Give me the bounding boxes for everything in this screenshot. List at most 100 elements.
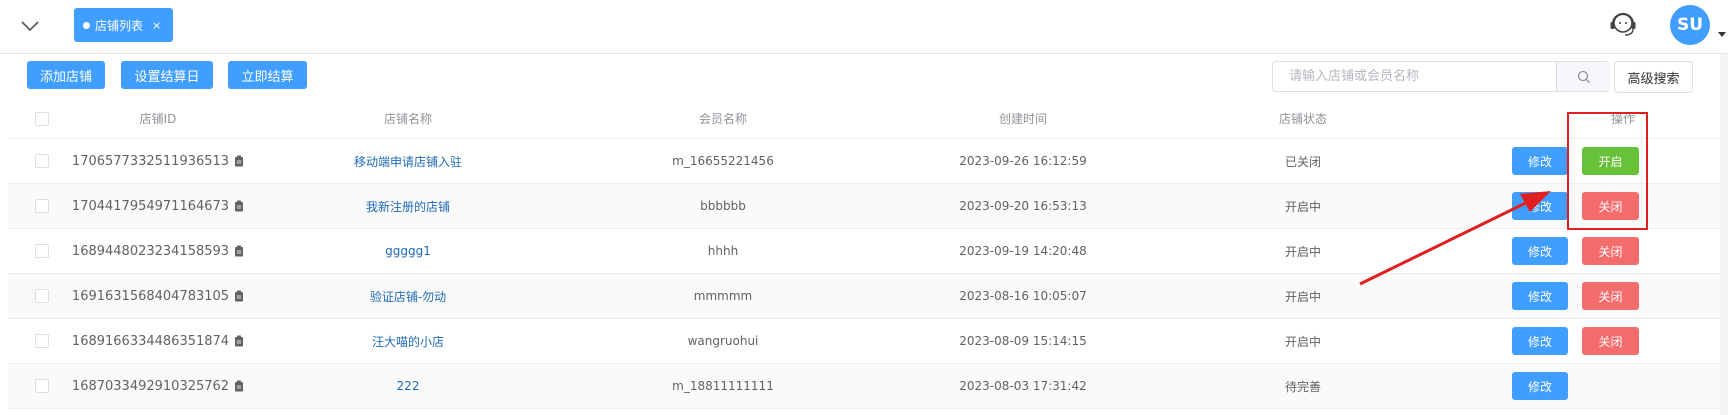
tab-shop-list[interactable]: 店铺列表 × <box>74 8 173 42</box>
column-header: 创建时间 <box>998 112 1047 126</box>
search-input[interactable] <box>1273 62 1556 91</box>
search-box <box>1272 61 1610 92</box>
tab-dot <box>83 21 90 29</box>
shop-status: 开启中 <box>1284 289 1321 304</box>
shop-id: 1704417954971164673 <box>71 198 230 214</box>
search-button[interactable] <box>1556 62 1610 91</box>
close-shop-button[interactable]: 关闭 <box>1582 327 1639 355</box>
select-all-cell <box>26 99 58 138</box>
row-checkbox[interactable] <box>35 334 49 348</box>
customer-service-icon[interactable] <box>1606 7 1640 41</box>
row-select-cell <box>26 364 58 408</box>
tab-close-icon[interactable]: × <box>152 19 161 32</box>
table-row: 1689448023234158593 ggggg1 hhhh 2023-09-… <box>8 229 1720 274</box>
shop-status: 已关闭 <box>1284 154 1321 169</box>
edit-button[interactable]: 修改 <box>1512 282 1568 310</box>
edit-button[interactable]: 修改 <box>1512 147 1568 175</box>
column-header: 店铺状态 <box>1278 112 1327 126</box>
select-all-checkbox[interactable] <box>35 111 49 126</box>
row-checkbox[interactable] <box>35 199 49 213</box>
shop-name-link[interactable]: 验证店铺-勿动 <box>370 288 446 305</box>
column-header: 店铺ID <box>139 112 177 126</box>
shop-name-cell: 我新注册的店铺 <box>258 184 558 228</box>
shop-name-cell: ggggg1 <box>258 229 558 273</box>
copy-icon[interactable] <box>234 200 244 212</box>
shop-id-cell: 1706577332511936513 <box>58 139 258 183</box>
shop-name-link[interactable]: 移动端申请店铺入驻 <box>354 153 462 170</box>
copy-icon[interactable] <box>234 335 244 347</box>
created-time: 2023-09-26 16:12:59 <box>959 154 1087 168</box>
shop-status: 开启中 <box>1284 244 1321 259</box>
add-shop-button[interactable]: 添加店铺 <box>27 61 105 89</box>
row-select-cell <box>26 274 58 318</box>
created-time: 2023-08-03 17:31:42 <box>959 379 1087 393</box>
shop-name-link[interactable]: 我新注册的店铺 <box>366 198 450 215</box>
row-checkbox[interactable] <box>35 244 49 258</box>
shop-name-cell: 汪大喵的小店 <box>258 319 558 363</box>
column-header: 店铺名称 <box>383 112 432 126</box>
shop-status: 待完善 <box>1284 379 1321 394</box>
shop-id: 1687033492910325762 <box>71 378 230 394</box>
shop-name-link[interactable]: 222 <box>397 379 420 393</box>
shop-id: 1689166334486351874 <box>71 333 230 349</box>
close-shop-button[interactable]: 关闭 <box>1582 282 1639 310</box>
row-checkbox[interactable] <box>35 289 49 303</box>
member-name: wangruohui <box>687 334 759 348</box>
table-row: 1687033492910325762 222 m_18811111111 20… <box>8 364 1720 409</box>
row-select-cell <box>26 319 58 363</box>
shop-id-cell: 1687033492910325762 <box>58 364 258 408</box>
member-name: m_16655221456 <box>672 154 774 168</box>
shop-id-cell: 1689448023234158593 <box>58 229 258 273</box>
shop-status: 开启中 <box>1284 334 1321 349</box>
row-select-cell <box>26 229 58 273</box>
member-name: m_18811111111 <box>672 379 774 393</box>
top-bar: 店铺列表 × SU <box>0 0 1728 54</box>
member-name: hhhh <box>707 244 739 258</box>
shop-id: 1706577332511936513 <box>71 153 230 169</box>
shop-name-cell: 222 <box>258 364 558 408</box>
search-icon <box>1577 70 1590 83</box>
row-checkbox[interactable] <box>35 154 49 168</box>
row-select-cell <box>26 184 58 228</box>
copy-icon[interactable] <box>234 290 244 302</box>
row-select-cell <box>26 139 58 183</box>
table-row: 1704417954971164673 我新注册的店铺 bbbbbb 2023-… <box>8 184 1720 229</box>
user-menu-caret-icon[interactable] <box>1718 32 1726 37</box>
chevron-down-icon[interactable] <box>18 14 42 38</box>
avatar[interactable]: SU <box>1670 5 1710 45</box>
created-time: 2023-08-09 15:14:15 <box>959 334 1087 348</box>
close-shop-button[interactable]: 关闭 <box>1582 237 1639 265</box>
annotation-highlight-box <box>1567 112 1648 230</box>
table-row: 1706577332511936513 移动端申请店铺入驻 m_16655221… <box>8 139 1720 184</box>
member-name: mmmmm <box>693 289 753 303</box>
shop-name-cell: 移动端申请店铺入驻 <box>258 139 558 183</box>
row-checkbox[interactable] <box>35 379 49 393</box>
advanced-search-button[interactable]: 高级搜索 <box>1614 61 1693 93</box>
shop-name-link[interactable]: 汪大喵的小店 <box>372 333 444 350</box>
copy-icon[interactable] <box>234 380 244 392</box>
shop-status: 开启中 <box>1284 199 1321 214</box>
scrollbar[interactable] <box>1720 54 1728 415</box>
shop-id: 1689448023234158593 <box>71 243 230 259</box>
shop-name-cell: 验证店铺-勿动 <box>258 274 558 318</box>
tab-label: 店铺列表 <box>95 18 144 33</box>
shop-id-cell: 1691631568404783105 <box>58 274 258 318</box>
created-time: 2023-08-16 10:05:07 <box>959 289 1087 303</box>
edit-button[interactable]: 修改 <box>1512 372 1568 400</box>
table-row: 1689166334486351874 汪大喵的小店 wangruohui 20… <box>8 319 1720 364</box>
edit-button[interactable]: 修改 <box>1512 327 1568 355</box>
settle-now-button[interactable]: 立即结算 <box>228 61 307 89</box>
column-header: 会员名称 <box>698 112 747 126</box>
edit-button[interactable]: 修改 <box>1512 237 1568 265</box>
table-header: 店铺ID 店铺名称 会员名称 创建时间 店铺状态 操作 <box>8 99 1720 139</box>
shop-name-link[interactable]: ggggg1 <box>385 244 431 258</box>
table-row: 1691631568404783105 验证店铺-勿动 mmmmm 2023-0… <box>8 274 1720 319</box>
created-time: 2023-09-19 14:20:48 <box>959 244 1087 258</box>
set-settlement-day-button[interactable]: 设置结算日 <box>121 61 213 89</box>
copy-icon[interactable] <box>234 245 244 257</box>
member-name: bbbbbb <box>700 199 746 213</box>
copy-icon[interactable] <box>234 155 244 167</box>
shop-id-cell: 1689166334486351874 <box>58 319 258 363</box>
edit-button[interactable]: 修改 <box>1512 192 1568 220</box>
created-time: 2023-09-20 16:53:13 <box>959 199 1087 213</box>
